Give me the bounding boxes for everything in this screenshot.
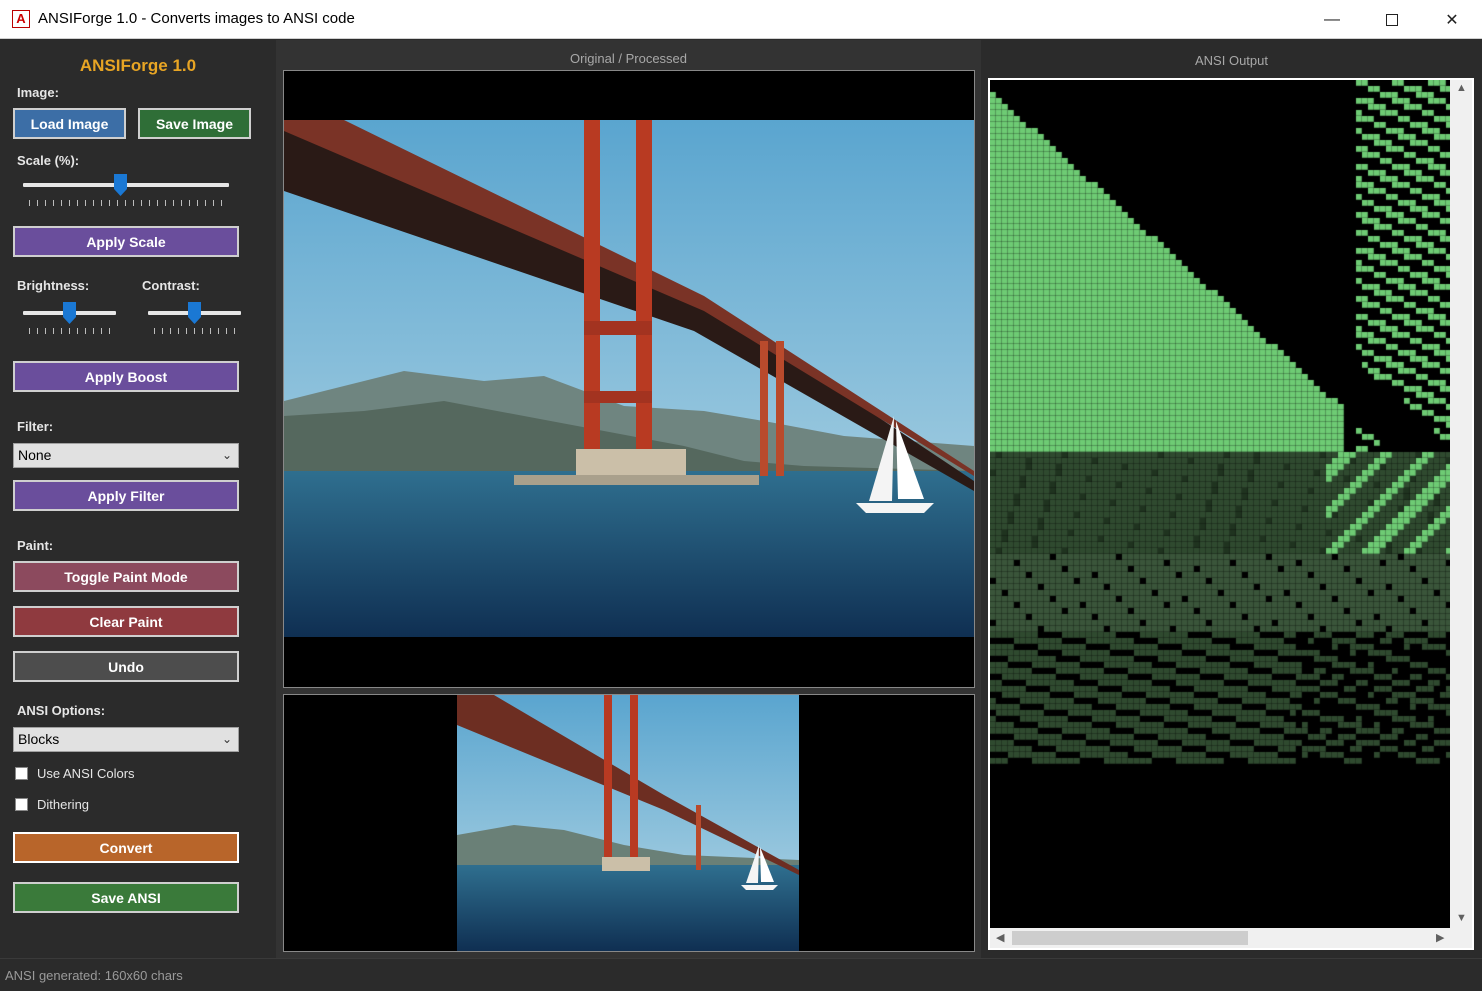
scale-slider-ticks: [29, 200, 223, 206]
preview-title: Original / Processed: [569, 51, 688, 66]
use-ansi-colors-label[interactable]: Use ANSI Colors: [37, 766, 135, 781]
control-sidebar: ANSIForge 1.0 Image: Load Image Save Ima…: [0, 40, 276, 958]
maximize-icon: [1386, 13, 1398, 26]
dithering-label[interactable]: Dithering: [37, 797, 89, 812]
toggle-paint-mode-button[interactable]: Toggle Paint Mode: [13, 561, 239, 592]
ansi-output-pane: ANSI Output ▲ ▼ ◀ ▶: [981, 40, 1482, 958]
undo-button[interactable]: Undo: [13, 651, 239, 682]
maximize-button[interactable]: [1362, 0, 1422, 39]
horizontal-scrollbar-thumb[interactable]: [1012, 931, 1248, 945]
scale-slider-thumb[interactable]: [114, 174, 127, 196]
ansi-mode-select[interactable]: Blocks ⌄: [13, 727, 239, 752]
contrast-slider-thumb[interactable]: [188, 302, 201, 324]
scroll-down-icon[interactable]: ▼: [1456, 912, 1467, 924]
scroll-right-icon[interactable]: ▶: [1436, 931, 1444, 944]
app-heading: ANSIForge 1.0: [79, 56, 197, 75]
vertical-scrollbar[interactable]: ▲ ▼: [1450, 80, 1472, 930]
close-button[interactable]: ✕: [1422, 0, 1482, 39]
ansi-output-title: ANSI Output: [1195, 53, 1268, 68]
horizontal-scrollbar[interactable]: ◀ ▶: [990, 928, 1472, 948]
ansi-output-canvas: [990, 80, 1450, 930]
load-image-button[interactable]: Load Image: [13, 108, 126, 139]
processed-image: [457, 695, 799, 951]
brightness-slider-ticks: [29, 328, 110, 334]
filter-label: Filter:: [17, 419, 54, 434]
paint-label: Paint:: [17, 538, 54, 553]
contrast-slider-ticks: [154, 328, 235, 334]
scroll-up-icon[interactable]: ▲: [1456, 82, 1467, 94]
original-image-frame[interactable]: [283, 70, 975, 688]
contrast-slider[interactable]: [148, 302, 241, 336]
contrast-label: Contrast:: [142, 278, 200, 293]
image-label: Image:: [17, 85, 59, 100]
minimize-button[interactable]: —: [1302, 0, 1362, 39]
status-text: ANSI generated: 160x60 chars: [5, 968, 183, 983]
apply-scale-button[interactable]: Apply Scale: [13, 226, 239, 257]
ansi-mode-select-value: Blocks: [18, 731, 60, 747]
status-bar: ANSI generated: 160x60 chars: [0, 958, 1482, 991]
filter-select-value: None: [18, 447, 52, 463]
apply-boost-button[interactable]: Apply Boost: [13, 361, 239, 392]
processed-image-frame[interactable]: [283, 694, 975, 952]
ansi-options-label: ANSI Options:: [17, 703, 106, 718]
scroll-left-icon[interactable]: ◀: [996, 931, 1004, 944]
ansi-output-view[interactable]: ▲ ▼ ◀ ▶: [988, 78, 1474, 950]
convert-button[interactable]: Convert: [13, 832, 239, 863]
app-icon: A: [12, 10, 30, 28]
save-ansi-button[interactable]: Save ANSI: [13, 882, 239, 913]
title-bar: A ANSIForge 1.0 - Converts images to ANS…: [0, 0, 1482, 39]
clear-paint-button[interactable]: Clear Paint: [13, 606, 239, 637]
dithering-checkbox[interactable]: [15, 798, 28, 811]
scale-label: Scale (%):: [17, 153, 80, 168]
image-preview-pane: Original / Processed: [276, 40, 981, 958]
window-title: ANSIForge 1.0 - Converts images to ANSI …: [38, 10, 355, 27]
filter-select[interactable]: None ⌄: [13, 443, 239, 468]
original-image: [284, 120, 974, 637]
save-image-button[interactable]: Save Image: [138, 108, 251, 139]
use-ansi-colors-checkbox[interactable]: [15, 767, 28, 780]
scale-slider[interactable]: [23, 174, 229, 208]
brightness-slider-thumb[interactable]: [63, 302, 76, 324]
apply-filter-button[interactable]: Apply Filter: [13, 480, 239, 511]
brightness-label: Brightness:: [17, 278, 90, 293]
chevron-down-icon: ⌄: [221, 732, 232, 746]
brightness-slider[interactable]: [23, 302, 116, 336]
chevron-down-icon: ⌄: [221, 448, 232, 462]
